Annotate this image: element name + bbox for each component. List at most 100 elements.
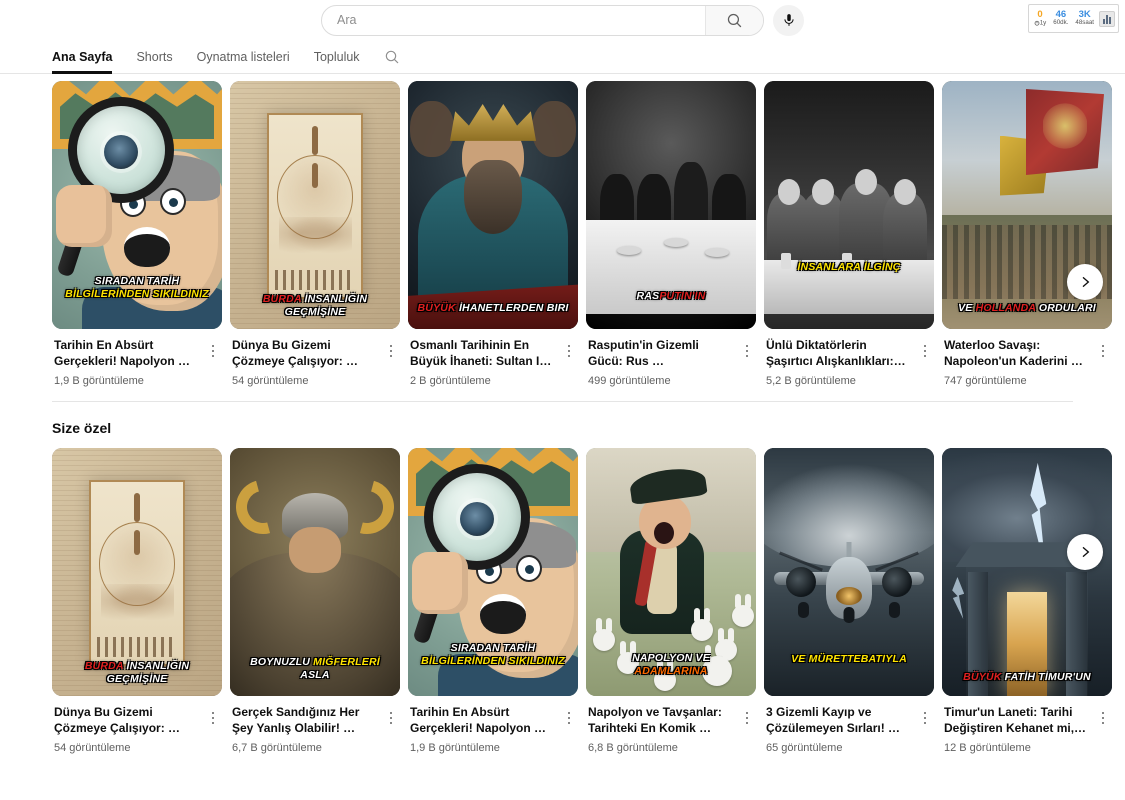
video-thumbnail[interactable]: SIRADAN TARİH BİLGİLERİNDEN SIKILDINIZ (408, 448, 578, 696)
extension-stats: 0 1y 46 60dk. 3K 48saat (1034, 8, 1094, 27)
video-title[interactable]: Rasputin'in Gizemli Gücü: Rus … (588, 338, 738, 370)
video-title[interactable]: Tarihin En Absürt Gerçekleri! Napolyon … (410, 705, 560, 737)
video-thumbnail[interactable]: SIRADAN TARİH BİLGİLERİNDEN SIKILDINIZ (52, 81, 222, 329)
video-menu-button[interactable] (382, 707, 400, 729)
video-title[interactable]: 3 Gizemli Kayıp ve Çözülemeyen Sırları! … (766, 705, 916, 737)
shelf-scroll-next-button[interactable] (1067, 534, 1103, 570)
video-menu-button[interactable] (1094, 340, 1112, 362)
video-card[interactable]: NAPOLYON VE ADAMLARINA Napolyon ve Tavşa… (586, 448, 756, 754)
video-title[interactable]: Osmanlı Tarihinin En Büyük İhaneti: Sult… (410, 338, 560, 370)
top-bar: 0 1y 46 60dk. 3K 48saat (0, 0, 1125, 40)
thumbnail-overlay-text: BOYNUZLU MIĞFERLERİ ASLA (250, 656, 380, 682)
extension-widget[interactable]: 0 1y 46 60dk. 3K 48saat (1027, 4, 1119, 33)
video-meta: Dünya Bu Gizemi Çözmeye Çalışıyor: … 54 … (230, 329, 400, 387)
video-thumbnail[interactable]: BÜYÜK FATİH TİMUR'UN (942, 448, 1112, 696)
video-card[interactable]: SIRADAN TARİH BİLGİLERİNDEN SIKILDINIZ T… (52, 81, 222, 387)
video-card[interactable]: VE MÜRETTEBATIYLA 3 Gizemli Kayıp ve Çöz… (764, 448, 934, 754)
video-thumbnail[interactable]: VE MÜRETTEBATIYLA (764, 448, 934, 696)
thumbnail-overlay-text: VE MÜRETTEBATIYLA (791, 653, 907, 666)
video-thumbnail[interactable]: BOYNUZLU MIĞFERLERİ ASLA (230, 448, 400, 696)
video-card[interactable]: İNSANLARA İLGİNÇ Ünlü Diktatörlerin Şaşı… (764, 81, 934, 387)
thumbnail-overlay-text: BÜYÜK İHANETLERDEN BIRI (417, 302, 569, 315)
search-icon (727, 13, 742, 27)
tab-shorts[interactable]: Shorts (136, 40, 172, 74)
video-menu-button[interactable] (204, 707, 222, 729)
video-menu-button[interactable] (738, 340, 756, 362)
video-card[interactable]: BOYNUZLU MIĞFERLERİ ASLA Gerçek Sandığın… (230, 448, 400, 754)
video-title[interactable]: Tarihin En Absürt Gerçekleri! Napolyon … (54, 338, 204, 370)
thumbnail-overlay-text: İNSANLARA İLGİNÇ (797, 261, 901, 274)
voice-search-button[interactable] (773, 4, 804, 36)
video-card[interactable]: BÜYÜK FATİH TİMUR'UN Timur'un Laneti: Ta… (942, 448, 1112, 754)
video-menu-button[interactable] (916, 707, 934, 729)
extension-stat: 46 60dk. (1053, 9, 1069, 27)
shelf-scroll-next-button[interactable] (1067, 264, 1103, 300)
video-view-count: 5,2 B görüntüleme (766, 375, 856, 387)
video-row: BURDA İNSANLIĞIN GEÇMİŞİNE Dünya Bu Gize… (52, 448, 1125, 754)
video-view-count: 12 B görüntüleme (944, 742, 1031, 754)
video-title[interactable]: Dünya Bu Gizemi Çözmeye Çalışıyor: … (54, 705, 204, 737)
video-menu-button[interactable] (560, 340, 578, 362)
thumbnail-overlay-text: RASPUTIN'IN (636, 290, 706, 303)
video-view-count: 6,8 B görüntüleme (588, 742, 678, 754)
video-meta: Waterloo Savaşı: Napoleon'un Kaderini … … (942, 329, 1112, 387)
thumbnail-artwork (52, 448, 222, 696)
video-thumbnail[interactable]: NAPOLYON VE ADAMLARINA (586, 448, 756, 696)
video-view-count: 6,7 B görüntüleme (232, 742, 322, 754)
search-input[interactable] (322, 5, 705, 35)
video-view-count: 54 görüntüleme (232, 375, 309, 387)
video-thumbnail[interactable]: RASPUTIN'IN (586, 81, 756, 329)
shelf-title: Size özel (52, 420, 112, 436)
video-menu-button[interactable] (560, 707, 578, 729)
tab-oynatma-listeleri[interactable]: Oynatma listeleri (197, 40, 290, 74)
video-view-count: 65 görüntüleme (766, 742, 843, 754)
video-meta: Gerçek Sandığınız Her Şey Yanlış Olabili… (230, 696, 400, 754)
video-menu-button[interactable] (916, 340, 934, 362)
video-thumbnail[interactable]: BURDA İNSANLIĞIN GEÇMİŞİNE (52, 448, 222, 696)
video-thumbnail[interactable]: BURDA İNSANLIĞIN GEÇMİŞİNE (230, 81, 400, 329)
video-menu-button[interactable] (738, 707, 756, 729)
video-meta: Osmanlı Tarihinin En Büyük İhaneti: Sult… (408, 329, 578, 387)
video-title[interactable]: Dünya Bu Gizemi Çözmeye Çalışıyor: … (232, 338, 382, 370)
video-title[interactable]: Gerçek Sandığınız Her Şey Yanlış Olabili… (232, 705, 382, 737)
video-thumbnail[interactable]: BÜYÜK İHANETLERDEN BIRI (408, 81, 578, 329)
video-title[interactable]: Napolyon ve Tavşanlar: Tarihteki En Komi… (588, 705, 738, 737)
extension-stat-value: 0 (1037, 8, 1043, 20)
video-card[interactable]: RASPUTIN'IN Rasputin'in Gizemli Gücü: Ru… (586, 81, 756, 387)
video-meta: Rasputin'in Gizemli Gücü: Rus … 499 görü… (586, 329, 756, 387)
video-row: SIRADAN TARİH BİLGİLERİNDEN SIKILDINIZ T… (52, 81, 1125, 387)
video-thumbnail[interactable]: İNSANLARA İLGİNÇ (764, 81, 934, 329)
video-card[interactable]: SIRADAN TARİH BİLGİLERİNDEN SIKILDINIZ T… (408, 448, 578, 754)
video-title[interactable]: Timur'un Laneti: Tarihi Değiştiren Kehan… (944, 705, 1094, 737)
video-card[interactable]: BÜYÜK İHANETLERDEN BIRI Osmanlı Tarihini… (408, 81, 578, 387)
video-title[interactable]: Ünlü Diktatörlerin Şaşırtıcı Alışkanlıkl… (766, 338, 916, 370)
microphone-icon (783, 14, 794, 26)
chevron-right-icon (1082, 546, 1090, 558)
video-view-count: 1,9 B görüntüleme (410, 742, 500, 754)
chevron-right-icon (1082, 276, 1090, 288)
video-card[interactable]: BURDA İNSANLIĞIN GEÇMİŞİNE Dünya Bu Gize… (230, 81, 400, 387)
video-view-count: 2 B görüntüleme (410, 375, 491, 387)
extension-stat-label: 48saat (1075, 18, 1094, 26)
video-title[interactable]: Waterloo Savaşı: Napoleon'un Kaderini … (944, 338, 1094, 370)
video-view-count: 499 görüntüleme (588, 375, 671, 387)
search-box[interactable] (321, 4, 764, 36)
video-view-count: 54 görüntüleme (54, 742, 131, 754)
thumbnail-artwork (408, 81, 578, 329)
video-card[interactable]: VE HOLLANDA ORDULARI Waterloo Savaşı: Na… (942, 81, 1112, 387)
video-menu-button[interactable] (204, 340, 222, 362)
extension-stat-label: 60dk. (1053, 18, 1069, 26)
thumbnail-overlay-text: SIRADAN TARİH BİLGİLERİNDEN SIKILDINIZ (421, 642, 565, 668)
bar-chart-icon[interactable] (1099, 10, 1115, 27)
channel-tabs: Ana Sayfa Shorts Oynatma listeleri Toplu… (0, 40, 1125, 74)
video-menu-button[interactable] (382, 340, 400, 362)
search-button[interactable] (705, 5, 763, 35)
video-card[interactable]: BURDA İNSANLIĞIN GEÇMİŞİNE Dünya Bu Gize… (52, 448, 222, 754)
thumbnail-overlay-text: BURDA İNSANLIĞIN GEÇMİŞİNE (84, 660, 190, 686)
tab-ana-sayfa[interactable]: Ana Sayfa (52, 40, 113, 74)
channel-search-button[interactable] (384, 49, 400, 65)
tab-topluluk[interactable]: Topluluk (314, 40, 360, 74)
video-meta: Ünlü Diktatörlerin Şaşırtıcı Alışkanlıkl… (764, 329, 934, 387)
video-menu-button[interactable] (1094, 707, 1112, 729)
video-shelf-featured: SIRADAN TARİH BİLGİLERİNDEN SIKILDINIZ T… (0, 74, 1125, 387)
